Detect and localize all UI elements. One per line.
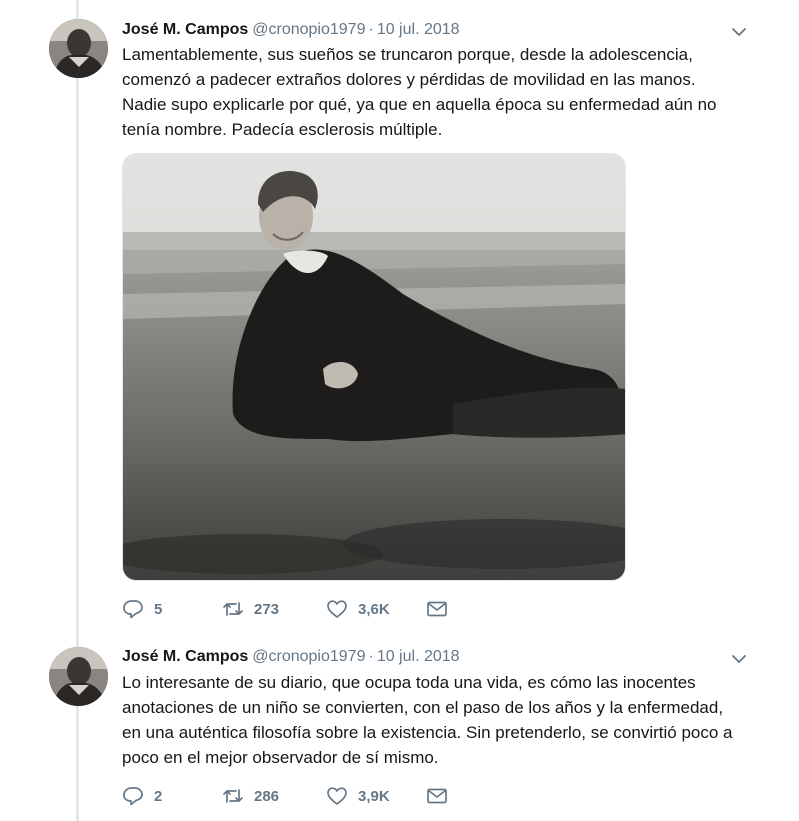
retweet-count: 273 xyxy=(254,600,280,618)
direct-message-button[interactable] xyxy=(426,785,450,807)
retweet-icon xyxy=(222,785,244,807)
like-button[interactable]: 3,9K xyxy=(326,785,426,807)
reply-icon xyxy=(122,785,144,807)
like-count: 3,6K xyxy=(358,600,390,618)
tweet[interactable]: José M. Campos @cronopio1979 · 10 jul. 2018… xyxy=(0,0,799,630)
retweet-button[interactable]: 273 xyxy=(222,598,326,620)
reply-count: 5 xyxy=(154,600,163,618)
separator-dot: · xyxy=(368,21,374,38)
author-name[interactable]: José M. Campos xyxy=(122,21,248,38)
author-name[interactable]: José M. Campos xyxy=(122,648,248,665)
like-count: 3,9K xyxy=(358,787,390,805)
like-button[interactable]: 3,6K xyxy=(326,598,426,620)
tweet-text: Lo interesante de su diario, que ocupa t… xyxy=(122,673,733,767)
mail-icon xyxy=(426,785,448,807)
tweet-actions: 5 273 3,6K xyxy=(122,597,450,621)
tweet-actions: 2 286 3,9K xyxy=(122,784,450,808)
reply-button[interactable]: 2 xyxy=(122,785,222,807)
separator-dot: · xyxy=(368,648,374,665)
mail-icon xyxy=(426,598,448,620)
tweet-photo[interactable] xyxy=(122,153,626,581)
tweet-text: Lamentablemente, sus sueños se truncaron… xyxy=(122,45,717,139)
heart-icon xyxy=(326,785,348,807)
tweet-date[interactable]: 10 jul. 2018 xyxy=(377,648,460,665)
retweet-icon xyxy=(222,598,244,620)
author-handle[interactable]: @cronopio1979 xyxy=(252,21,365,38)
retweet-count: 286 xyxy=(254,787,280,805)
heart-icon xyxy=(326,598,348,620)
avatar[interactable] xyxy=(49,647,108,706)
tweet[interactable]: José M. Campos @cronopio1979 · 10 jul. 2018… xyxy=(0,630,799,821)
avatar[interactable] xyxy=(49,19,108,78)
tweet-date[interactable]: 10 jul. 2018 xyxy=(377,21,460,38)
reply-button[interactable]: 5 xyxy=(122,598,222,620)
caret-down-icon[interactable] xyxy=(729,649,749,669)
author-handle[interactable]: @cronopio1979 xyxy=(252,648,365,665)
reply-icon xyxy=(122,598,144,620)
reply-count: 2 xyxy=(154,787,163,805)
retweet-button[interactable]: 286 xyxy=(222,785,326,807)
caret-down-icon[interactable] xyxy=(729,22,749,42)
tweet-header: José M. Campos @cronopio1979 · 10 jul. 2018 xyxy=(122,20,460,40)
tweet-header: José M. Campos @cronopio1979 · 10 jul. 2018 xyxy=(122,647,460,667)
direct-message-button[interactable] xyxy=(426,598,450,620)
